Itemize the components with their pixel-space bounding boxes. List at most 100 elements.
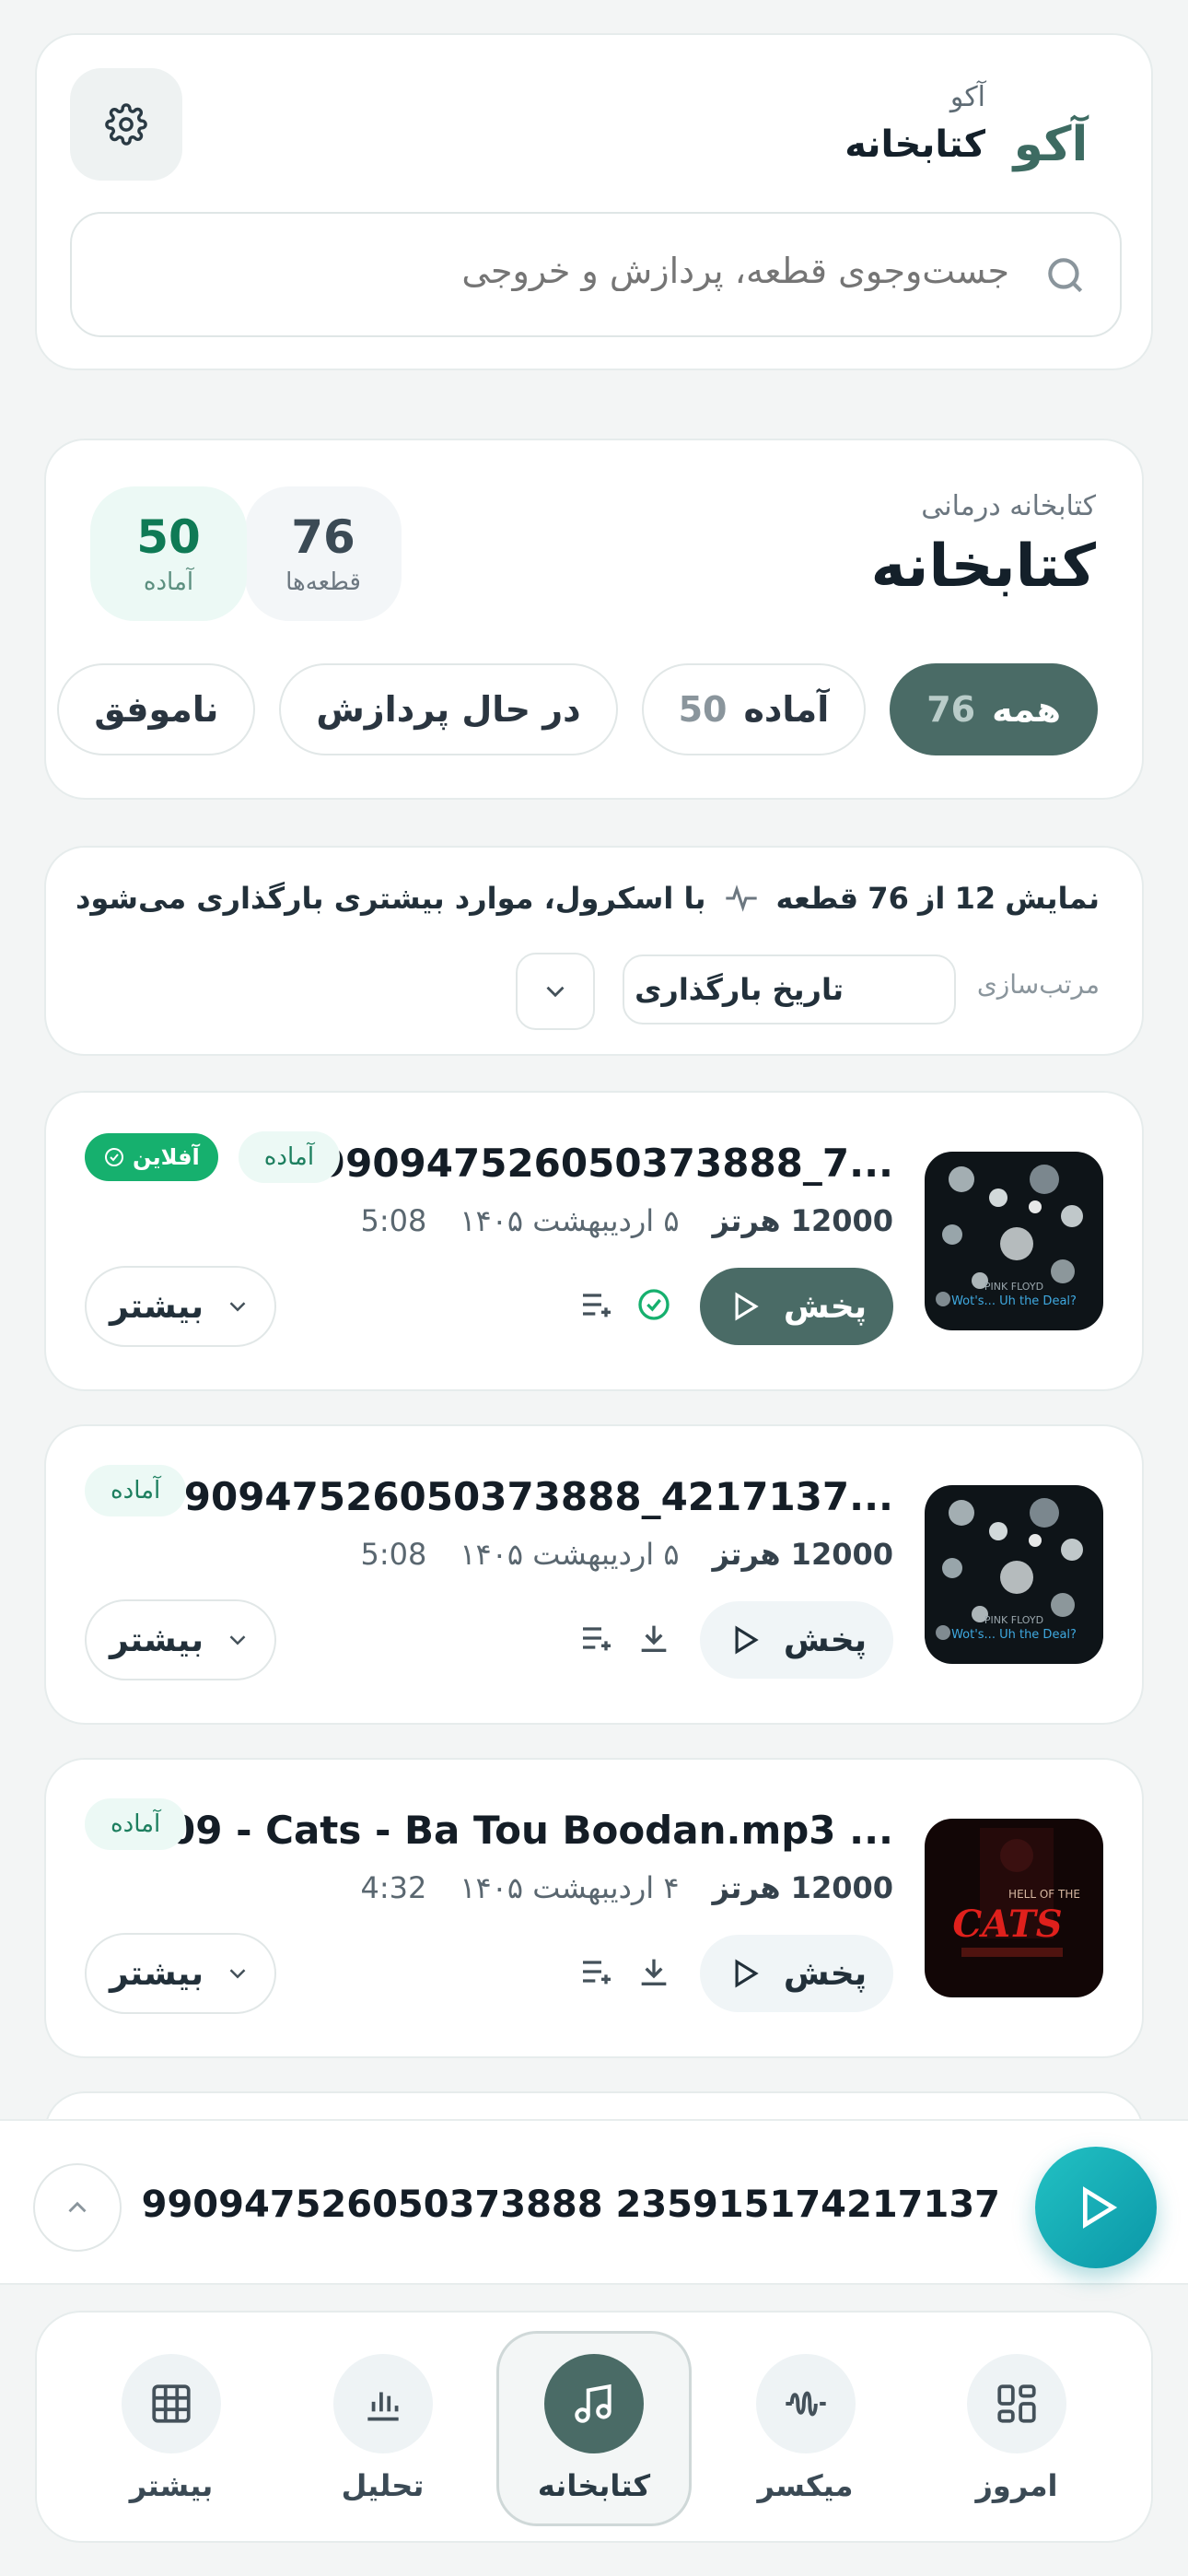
chip-count: 50 bbox=[678, 689, 728, 730]
offline-badge: آفلاین bbox=[85, 1133, 218, 1181]
track-title: -990947526050373888_4217137... bbox=[141, 1474, 893, 1519]
dashboard-icon bbox=[967, 2354, 1066, 2453]
stat-label: آماده bbox=[143, 568, 194, 596]
summary-title: کتابخانه bbox=[870, 533, 1096, 601]
svg-text:Wot's... Uh the Deal?: Wot's... Uh the Deal? bbox=[951, 1628, 1077, 1642]
track-duration: 4:32 bbox=[360, 1870, 427, 1905]
svg-text:HELL OF THE: HELL OF THE bbox=[1008, 1888, 1080, 1901]
filter-chip-all[interactable]: همه 76 bbox=[890, 663, 1098, 755]
expand-player-button[interactable] bbox=[33, 2163, 122, 2252]
add-to-queue-icon[interactable] bbox=[578, 1953, 615, 1990]
album-cover: PINK FLOYD Wot's... Uh the Deal? bbox=[925, 1152, 1103, 1330]
track-card[interactable]: PINK FLOYD Wot's... Uh the Deal? -990947… bbox=[44, 1424, 1144, 1725]
stat-label: قطعه‌ها bbox=[285, 568, 361, 596]
track-badges: آماده bbox=[85, 1465, 187, 1516]
nav-item-analysis[interactable]: تحلیل bbox=[285, 2331, 481, 2526]
track-actions bbox=[578, 1953, 672, 1990]
play-icon bbox=[735, 1959, 759, 1988]
stat-total-tracks: 76 قطعه‌ها bbox=[245, 486, 402, 621]
svg-text:PINK FLOYD: PINK FLOYD bbox=[984, 1281, 1043, 1293]
track-actions bbox=[578, 1286, 672, 1323]
summary-eyebrow: کتابخانه درمانی bbox=[921, 490, 1096, 522]
track-duration: 5:08 bbox=[360, 1203, 427, 1238]
scroll-note: با اسکرول، موارد بیشتری بارگذاری می‌شود bbox=[76, 881, 706, 916]
nav-item-mixer[interactable]: میکسر bbox=[708, 2331, 903, 2526]
filter-chips: همه 76 آماده 50 در حال پردازش ناموفق bbox=[57, 663, 1098, 755]
library-summary: کتابخانه درمانی کتابخانه 76 قطعه‌ها 50 آ… bbox=[44, 439, 1144, 800]
track-date: ۵ اردیبهشت ۱۴۰۵ bbox=[460, 1537, 680, 1572]
nav-label: کتابخانه bbox=[537, 2468, 651, 2503]
sort-select[interactable]: تاریخ بارگذاری bbox=[623, 954, 956, 1025]
play-label: پخش bbox=[783, 1287, 868, 1326]
filter-chip-processing[interactable]: در حال پردازش bbox=[279, 663, 618, 755]
track-meta: 5:08 ۵ اردیبهشت ۱۴۰۵ 12000 هرتز bbox=[361, 1203, 894, 1238]
app-header: آکو آکو کتابخانه bbox=[35, 33, 1153, 370]
nav-label: میکسر bbox=[757, 2468, 854, 2503]
bar-chart-icon bbox=[332, 2354, 433, 2453]
more-button[interactable]: بیشتر bbox=[85, 1933, 276, 2014]
sort-direction-button[interactable] bbox=[516, 953, 595, 1030]
add-to-queue-icon[interactable] bbox=[578, 1286, 615, 1323]
track-meta: 4:32 ۴ اردیبهشت ۱۴۰۵ 12000 هرتز bbox=[361, 1870, 894, 1905]
track-title: 09 - Cats - Ba Tou Boodan.mp3 ... bbox=[169, 1808, 893, 1853]
app-name: آکو bbox=[949, 81, 985, 113]
search-box[interactable] bbox=[70, 212, 1122, 337]
track-date: ۴ اردیبهشت ۱۴۰۵ bbox=[460, 1870, 680, 1905]
results-count: نمایش 12 از 76 قطعه با اسکرول، موارد بیش… bbox=[76, 881, 1100, 916]
sample-rate: 12000 هرتز bbox=[712, 1537, 893, 1572]
nav-item-more[interactable]: بیشتر bbox=[74, 2331, 269, 2526]
grid-icon bbox=[122, 2354, 221, 2453]
list-info-bar: نمایش 12 از 76 قطعه با اسکرول، موارد بیش… bbox=[44, 846, 1144, 1056]
album-cover: HELL OF THE CATS bbox=[925, 1819, 1103, 1997]
search-input[interactable] bbox=[181, 251, 1009, 291]
status-badge: آماده bbox=[238, 1131, 341, 1183]
play-icon bbox=[735, 1292, 759, 1321]
chevron-down-icon bbox=[229, 1635, 246, 1645]
bottom-navigation: امروز میکسر کتابخانه تحلیل بیشتر bbox=[35, 2311, 1153, 2543]
mini-player[interactable]: 990947526050373888 235915174217137 bbox=[0, 2119, 1188, 2285]
play-label: پخش bbox=[783, 1954, 868, 1993]
track-card[interactable]: HELL OF THE CATS 09 - Cats - Ba Tou Bood… bbox=[44, 1758, 1144, 2058]
more-button[interactable]: بیشتر bbox=[85, 1266, 276, 1347]
now-playing-title: 990947526050373888 235915174217137 bbox=[141, 2184, 1000, 2226]
showing-text: نمایش 12 از 76 قطعه bbox=[775, 881, 1100, 916]
filter-chip-ready[interactable]: آماده 50 bbox=[641, 663, 867, 755]
play-icon bbox=[735, 1625, 759, 1655]
svg-text:PINK FLOYD: PINK FLOYD bbox=[984, 1614, 1043, 1626]
track-badges: آفلاین آماده bbox=[85, 1131, 341, 1183]
download-icon[interactable] bbox=[635, 1953, 672, 1990]
filter-chip-failed[interactable]: ناموفق bbox=[57, 663, 256, 755]
chip-count: 76 bbox=[926, 689, 976, 730]
svg-text:آکو: آکو bbox=[1011, 114, 1089, 172]
music-note-icon bbox=[544, 2354, 644, 2453]
status-badge: آماده bbox=[85, 1798, 187, 1850]
stat-value: 50 bbox=[136, 509, 201, 564]
add-to-queue-icon[interactable] bbox=[578, 1620, 615, 1657]
download-icon[interactable] bbox=[635, 1620, 672, 1657]
chip-label: همه bbox=[992, 689, 1061, 730]
sample-rate: 12000 هرتز bbox=[712, 1870, 893, 1905]
track-actions bbox=[578, 1620, 672, 1657]
nav-item-today[interactable]: امروز bbox=[919, 2331, 1114, 2526]
waveform-icon bbox=[755, 2354, 856, 2453]
track-meta: 5:08 ۵ اردیبهشت ۱۴۰۵ 12000 هرتز bbox=[361, 1537, 894, 1572]
sample-rate: 12000 هرتز bbox=[712, 1203, 893, 1238]
page-name: کتابخانه bbox=[844, 123, 985, 166]
downloaded-check-icon[interactable] bbox=[635, 1286, 672, 1323]
check-circle-icon bbox=[105, 1148, 123, 1166]
track-badges: آماده bbox=[85, 1798, 187, 1850]
more-button[interactable]: بیشتر bbox=[85, 1599, 276, 1680]
play-button[interactable]: پخش bbox=[700, 1601, 893, 1679]
nav-item-library[interactable]: کتابخانه bbox=[496, 2331, 692, 2526]
mini-player-play-button[interactable] bbox=[1035, 2147, 1157, 2268]
status-badge: آماده bbox=[85, 1465, 187, 1516]
chevron-down-icon bbox=[546, 986, 565, 998]
play-button[interactable]: پخش bbox=[700, 1268, 893, 1345]
settings-button[interactable] bbox=[70, 68, 182, 181]
chevron-down-icon bbox=[229, 1302, 246, 1312]
chip-label: در حال پردازش bbox=[316, 689, 581, 730]
track-card[interactable]: PINK FLOYD Wot's... Uh the Deal? -990947… bbox=[44, 1091, 1144, 1391]
play-button[interactable]: پخش bbox=[700, 1935, 893, 2012]
stat-value: 76 bbox=[291, 509, 355, 564]
play-label: پخش bbox=[783, 1621, 868, 1659]
